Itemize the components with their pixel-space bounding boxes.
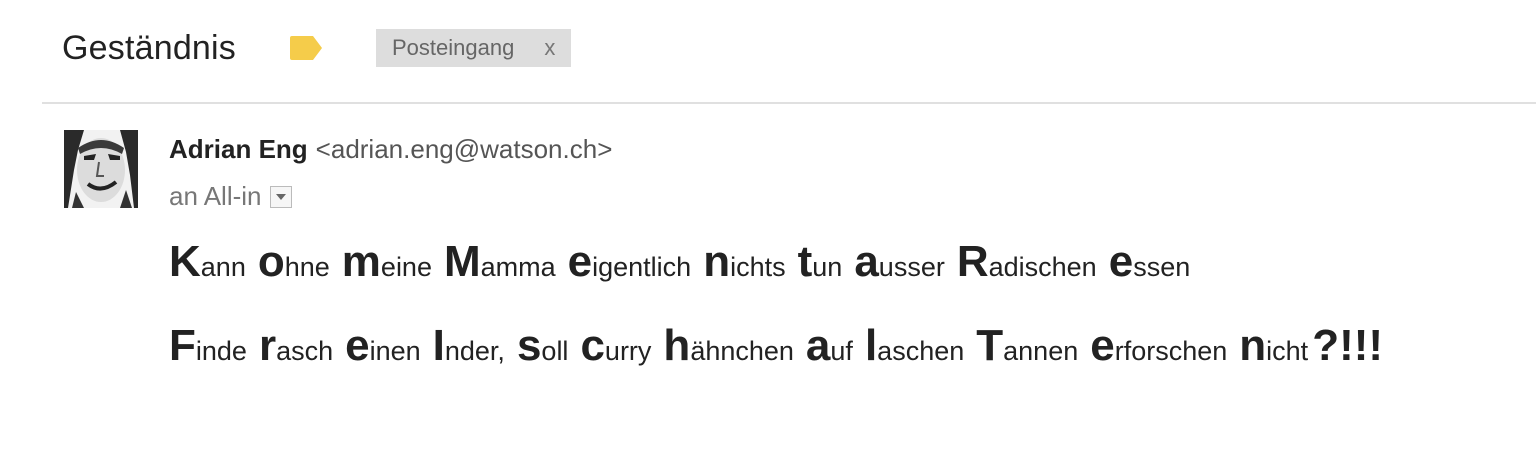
body-word: rasch [259, 322, 333, 375]
body-word-rest: oll [541, 336, 569, 366]
body-word-rest: un [812, 252, 843, 282]
body-word: eigentlich [568, 238, 692, 291]
body-word-initial: e [567, 237, 593, 286]
body-word: essen [1109, 238, 1191, 291]
body-word: Mamma [444, 238, 556, 291]
sender-name[interactable]: Adrian Eng [169, 134, 308, 164]
body-word-initial: T [976, 321, 1004, 370]
body-word-initial: I [432, 321, 445, 370]
email-subject: Geständnis [62, 28, 236, 67]
sender-avatar[interactable] [64, 130, 138, 208]
body-line-1: Kann ohne meine Mamma eigentlich nichts tun aus… [169, 238, 1190, 291]
body-word-rest: inde [195, 336, 247, 366]
body-word-initial: e [1108, 237, 1134, 286]
sender-line: Adrian Eng <adrian.eng@watson.ch> [169, 134, 612, 165]
body-word-rest: icht [1266, 336, 1309, 366]
recipient-line: an All-in [169, 181, 292, 212]
body-word: einen [345, 322, 421, 375]
body-word: ohne [258, 238, 330, 291]
body-word-rest: ichts [730, 252, 786, 282]
body-word: ausser [854, 238, 945, 291]
body-word: Inder, [433, 322, 505, 375]
body-word-rest: inen [369, 336, 421, 366]
body-word-rest: eine [380, 252, 432, 282]
body-word-rest: rforschen [1114, 336, 1228, 366]
body-word-initial: n [1239, 321, 1267, 370]
body-word-initial: l [864, 321, 878, 370]
body-word-initial: t [797, 237, 813, 286]
body-word-rest: usser [878, 252, 945, 282]
body-word-initial: o [257, 237, 285, 286]
body-word: nicht [1239, 322, 1308, 375]
body-word-initial: K [169, 237, 201, 286]
body-word-rest: urry [604, 336, 652, 366]
body-word: erforschen [1090, 322, 1227, 375]
body-word-rest: ssen [1133, 252, 1191, 282]
body-word-initial: r [258, 321, 277, 370]
body-word-rest: ann [200, 252, 246, 282]
body-word-initial: c [580, 321, 605, 370]
body-word-rest: annen [1003, 336, 1079, 366]
body-word: ?!!! [1312, 322, 1383, 370]
label-tag-icon[interactable] [288, 35, 324, 61]
body-word-initial: m [341, 237, 381, 286]
body-word: Finde [169, 322, 247, 375]
body-line-2: Finde rasch einen Inder, soll curry hähnchen au… [169, 322, 1383, 375]
body-word: hähnchen [663, 322, 794, 375]
body-word: curry [580, 322, 651, 375]
body-word-rest: ähnchen [690, 336, 794, 366]
body-word-rest: asch [276, 336, 334, 366]
body-word: auf [806, 322, 853, 375]
body-word: Kann [169, 238, 246, 291]
body-word-initial: a [854, 237, 879, 286]
body-word-rest: uf [830, 336, 853, 366]
body-word-initial: n [703, 237, 731, 286]
body-word-rest: aschen [877, 336, 965, 366]
recipient-text: an All-in [169, 181, 262, 211]
body-word: tun [798, 238, 843, 291]
body-word-rest: hne [284, 252, 330, 282]
email-header: Geständnis Posteingang x [62, 24, 572, 72]
body-word: laschen [865, 322, 964, 375]
body-word-initial: ?!!! [1312, 321, 1384, 370]
body-word-initial: F [169, 321, 196, 370]
body-word-initial: R [956, 237, 989, 286]
body-word-rest: igentlich [592, 252, 692, 282]
body-word-initial: h [663, 321, 691, 370]
header-divider [42, 102, 1536, 104]
label-chip-posteingang[interactable]: Posteingang x [376, 29, 572, 67]
remove-label-button[interactable]: x [544, 35, 555, 61]
dropdown-arrow-icon[interactable] [269, 185, 292, 208]
body-word: Tannen [976, 322, 1078, 375]
label-chip-text: Posteingang [392, 35, 515, 60]
body-word-initial: s [516, 321, 542, 370]
body-word-initial: M [443, 237, 481, 286]
body-word-initial: e [345, 321, 370, 370]
body-word-rest: nder, [444, 336, 505, 366]
body-word-initial: e [1090, 321, 1115, 370]
sender-email: <adrian.eng@watson.ch> [315, 134, 613, 164]
body-word-initial: a [805, 321, 831, 370]
body-word: nichts [703, 238, 785, 291]
body-word: meine [342, 238, 432, 291]
body-word-rest: adischen [988, 252, 1097, 282]
body-word: soll [517, 322, 569, 375]
body-word: Radischen [957, 238, 1097, 291]
body-word-rest: amma [480, 252, 556, 282]
